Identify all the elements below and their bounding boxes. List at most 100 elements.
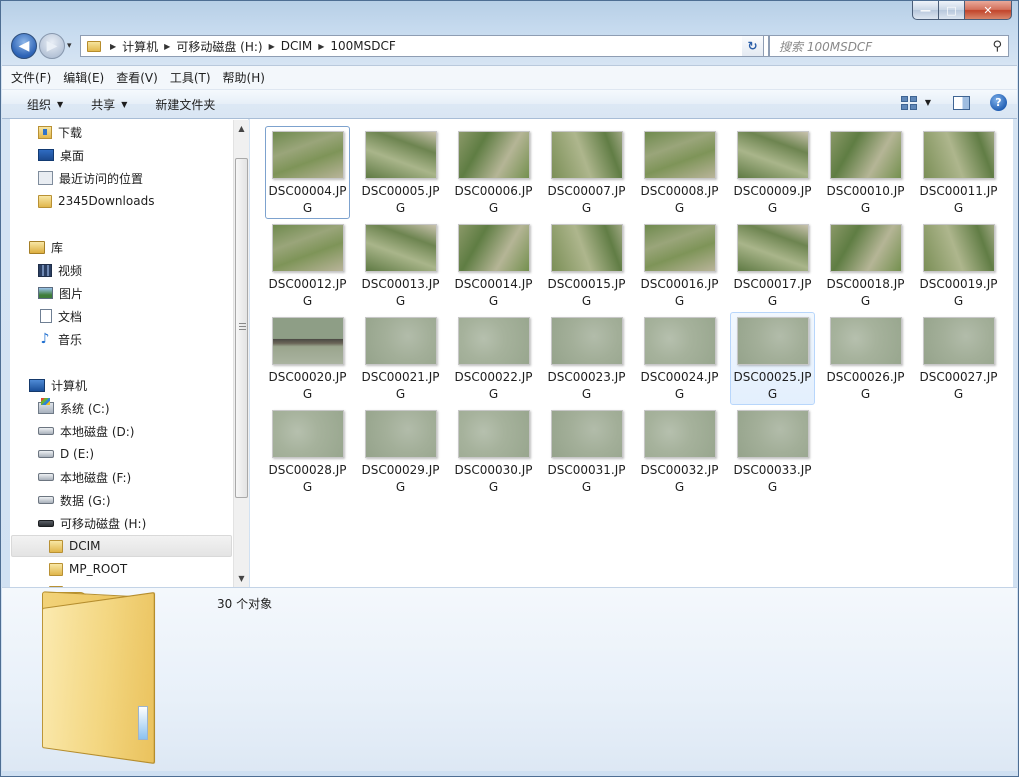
breadcrumb-dcim[interactable]: DCIM — [281, 39, 313, 53]
file-name: DSC00026.JPG — [826, 370, 905, 401]
nav-scrollbar[interactable]: ▲ ▼ — [233, 120, 249, 587]
scroll-up-icon[interactable]: ▲ — [234, 120, 249, 137]
nav-item-videos[interactable]: 视频 — [38, 259, 82, 281]
nav-item-music[interactable]: ♪ 音乐 — [38, 328, 82, 350]
minimize-button[interactable]: — — [912, 1, 939, 20]
breadcrumb-removable-disk[interactable]: 可移动磁盘 (H:) — [176, 38, 262, 55]
scroll-down-icon[interactable]: ▼ — [234, 570, 249, 587]
breadcrumb-separator-icon[interactable]: ▶ — [110, 42, 116, 51]
nav-item-desktop[interactable]: 桌面 — [38, 144, 84, 166]
menu-edit[interactable]: 编辑(E) — [63, 69, 104, 86]
file-item[interactable]: DSC00007.JPG — [544, 126, 629, 219]
nav-item-computer[interactable]: 计算机 — [29, 374, 87, 396]
file-item[interactable]: DSC00033.JPG — [730, 405, 815, 498]
file-item[interactable]: DSC00030.JPG — [451, 405, 536, 498]
file-item[interactable]: DSC00025.JPG — [730, 312, 815, 405]
address-bar[interactable]: ▶ 计算机 ▶ 可移动磁盘 (H:) ▶ DCIM ▶ 100MSDCF ▼ — [80, 35, 769, 57]
file-item[interactable]: DSC00014.JPG — [451, 219, 536, 312]
file-item[interactable]: DSC00032.JPG — [637, 405, 722, 498]
nav-item-drive-h[interactable]: 可移动磁盘 (H:) — [38, 512, 146, 534]
drive-icon — [38, 427, 54, 435]
file-item[interactable]: DSC00009.JPG — [730, 126, 815, 219]
nav-item-recent-places[interactable]: 最近访问的位置 — [38, 167, 143, 189]
change-view-icon[interactable] — [900, 95, 917, 110]
file-item[interactable]: DSC00013.JPG — [358, 219, 443, 312]
share-button[interactable]: 共享 ▼ — [83, 96, 135, 113]
file-item[interactable]: DSC00008.JPG — [637, 126, 722, 219]
file-item[interactable]: DSC00016.JPG — [637, 219, 722, 312]
breadcrumb-100msdcf[interactable]: 100MSDCF — [330, 39, 395, 53]
organize-button[interactable]: 组织 ▼ — [19, 96, 71, 113]
file-item[interactable]: DSC00005.JPG — [358, 126, 443, 219]
menu-view[interactable]: 查看(V) — [116, 69, 158, 86]
scrollbar-thumb[interactable] — [235, 158, 248, 498]
menu-file[interactable]: 文件(F) — [11, 69, 51, 86]
file-item[interactable]: DSC00031.JPG — [544, 405, 629, 498]
file-item[interactable]: DSC00028.JPG — [265, 405, 350, 498]
nav-item-drive-e[interactable]: D (E:) — [38, 443, 94, 465]
file-item[interactable]: DSC00022.JPG — [451, 312, 536, 405]
file-item[interactable]: DSC00020.JPG — [265, 312, 350, 405]
breadcrumb-computer[interactable]: 计算机 — [122, 38, 158, 55]
file-item[interactable]: DSC00029.JPG — [358, 405, 443, 498]
close-button[interactable]: ✕ — [965, 1, 1012, 20]
back-button[interactable]: ◀ — [11, 33, 37, 59]
library-icon — [29, 240, 45, 254]
file-item[interactable]: DSC00004.JPG — [265, 126, 350, 219]
breadcrumb-separator-icon[interactable]: ▶ — [164, 42, 170, 51]
forward-button[interactable]: ▶ — [39, 33, 65, 59]
file-list[interactable]: DSC00004.JPG DSC00005.JPG DSC00006.JPG DSC0… — [250, 119, 1013, 587]
preview-pane-icon[interactable] — [953, 95, 970, 110]
file-item[interactable]: DSC00019.JPG — [916, 219, 1001, 312]
refresh-button[interactable]: ↻ — [742, 35, 764, 57]
file-item[interactable]: DSC00017.JPG — [730, 219, 815, 312]
nav-item-drive-c[interactable]: 系统 (C:) — [38, 397, 110, 419]
new-folder-button[interactable]: 新建文件夹 — [147, 96, 223, 113]
file-item[interactable]: DSC00010.JPG — [823, 126, 908, 219]
command-bar: 组织 ▼ 共享 ▼ 新建文件夹 ▼ ? — [2, 90, 1017, 119]
recent-places-icon — [38, 171, 53, 185]
file-item[interactable]: DSC00011.JPG — [916, 126, 1001, 219]
nav-item-downloads[interactable]: 下载 — [38, 121, 82, 143]
navigation-pane: 下载 桌面 最近访问的位置 2345Downloads 库 视频 图片 文档 ♪… — [10, 119, 249, 587]
title-bar-buttons: — □ ✕ — [912, 1, 1012, 20]
image-thumbnail — [271, 410, 344, 458]
nav-item-documents[interactable]: 文档 — [38, 305, 82, 327]
menu-tools[interactable]: 工具(T) — [170, 69, 211, 86]
history-dropdown-icon[interactable]: ▾ — [67, 41, 72, 51]
folder-icon — [49, 562, 63, 576]
image-thumbnail — [643, 410, 716, 458]
file-item[interactable]: DSC00021.JPG — [358, 312, 443, 405]
file-item[interactable]: DSC00015.JPG — [544, 219, 629, 312]
search-icon[interactable]: ⚲ — [992, 39, 1002, 54]
file-item[interactable]: DSC00018.JPG — [823, 219, 908, 312]
file-item[interactable]: DSC00026.JPG — [823, 312, 908, 405]
nav-item-2345downloads[interactable]: 2345Downloads — [38, 190, 154, 212]
nav-item-mp-root[interactable]: MP_ROOT — [49, 558, 127, 580]
file-item[interactable]: DSC00012.JPG — [265, 219, 350, 312]
file-item[interactable]: DSC00024.JPG — [637, 312, 722, 405]
nav-item-drive-g[interactable]: 数据 (G:) — [38, 489, 111, 511]
file-item[interactable]: DSC00027.JPG — [916, 312, 1001, 405]
file-item[interactable]: DSC00023.JPG — [544, 312, 629, 405]
breadcrumb-separator-icon[interactable]: ▶ — [318, 42, 324, 51]
file-name: DSC00030.JPG — [454, 463, 533, 494]
nav-item-pictures[interactable]: 图片 — [38, 282, 83, 304]
breadcrumb-separator-icon[interactable]: ▶ — [269, 42, 275, 51]
menu-help[interactable]: 帮助(H) — [223, 69, 265, 86]
help-icon[interactable]: ? — [990, 94, 1007, 111]
maximize-button[interactable]: □ — [939, 1, 965, 20]
nav-item-drive-d[interactable]: 本地磁盘 (D:) — [38, 420, 134, 442]
file-name: DSC00025.JPG — [733, 370, 812, 401]
removable-drive-icon — [38, 519, 54, 527]
file-name: DSC00006.JPG — [454, 184, 533, 215]
nav-item-libraries[interactable]: 库 — [29, 236, 63, 258]
file-item[interactable]: DSC00006.JPG — [451, 126, 536, 219]
search-input[interactable]: 搜索 100MSDCF ⚲ — [769, 35, 1009, 57]
nav-item-label: 数据 (G:) — [60, 493, 111, 508]
nav-item-drive-f[interactable]: 本地磁盘 (F:) — [38, 466, 131, 488]
nav-item-dcim[interactable]: DCIM — [11, 535, 232, 557]
file-name: DSC00024.JPG — [640, 370, 719, 401]
nav-item-label: 可移动磁盘 (H:) — [60, 516, 147, 531]
view-dropdown-icon[interactable]: ▼ — [925, 98, 931, 107]
